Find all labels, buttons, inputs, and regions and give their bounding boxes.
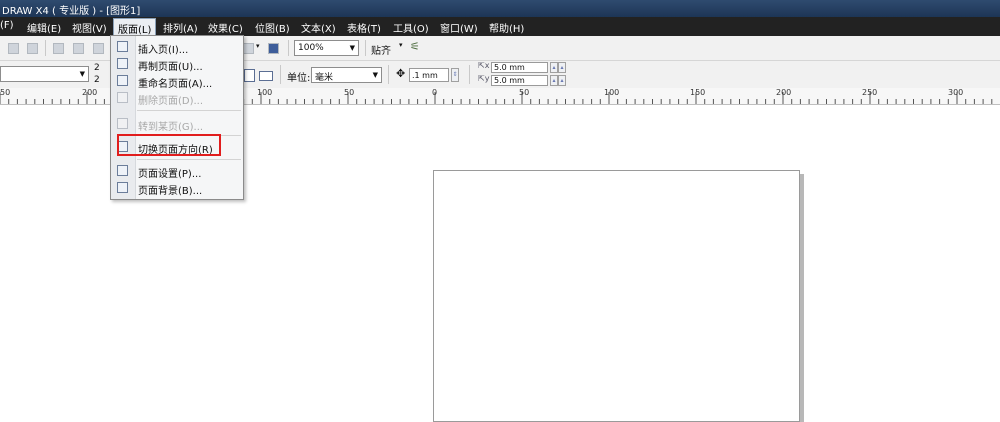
title-bar: DRAW X4 ( 专业版 ) - [图形1] [0,0,1000,17]
window-title: DRAW X4 ( 专业版 ) - [图形1] [2,6,141,17]
print-icon[interactable] [27,43,38,54]
chevron-down-icon[interactable]: ▾ [256,42,260,50]
duplicate-x-icon: ⇱x [478,61,490,70]
goto-page-icon [117,118,128,129]
paper-size-select[interactable]: ▼ [0,66,89,82]
units-label: 单位: [287,73,311,84]
delete-page-icon [117,92,128,103]
toolbar-separator [280,65,281,84]
ruler-label: 100 [604,88,620,97]
portrait-icon[interactable] [244,69,255,82]
options-icon[interactable]: ⚟ [410,40,420,53]
page-background-icon [117,182,128,193]
snap-to-button[interactable]: 贴齐 [371,42,391,57]
ruler-label: 50 [0,88,11,97]
toolbar-separator [45,40,46,56]
menu-item-rename-page[interactable]: 重命名页面(A)... [111,72,243,90]
paste-icon[interactable] [93,43,104,54]
units-value: 毫米 [315,73,334,83]
menu-item-duplicate-page[interactable]: 再制页面(U)... [111,55,243,73]
chevron-down-icon[interactable]: ▾ [399,41,403,49]
application-launcher-icon[interactable] [268,43,279,54]
duplicate-y-spin-alt[interactable]: ▴ [558,75,566,86]
toolbar-separator [365,40,366,56]
nudge-spin-buttons[interactable]: ⇕ [451,68,459,82]
nudge-icon: ✥ [396,67,406,80]
chevron-down-icon: ▼ [79,70,85,78]
menu-help[interactable]: 帮助(H) [489,20,524,35]
document-page[interactable] [433,170,800,422]
menu-item-goto-page: 转到某页(G)... [111,115,243,133]
menu-window[interactable]: 窗口(W) [440,20,478,35]
ruler-label: 200 [82,88,98,97]
menu-file[interactable]: (F) [0,20,14,31]
ruler-label: 150 [690,88,706,97]
insert-page-icon [117,41,128,52]
menu-item-label: 删除页面(D)... [138,96,204,107]
ruler-label: 0 [432,88,438,97]
zoom-value: 100% [298,43,324,53]
layout-menu: 插入页(I)... 再制页面(U)... 重命名页面(A)... 删除页面(D)… [110,35,244,200]
page-height-field[interactable]: 2 [94,75,100,85]
menu-item-label: 转到某页(G)... [138,122,204,133]
menu-effects[interactable]: 效果(C) [208,20,243,35]
export-icon[interactable] [243,43,254,54]
rename-page-icon [117,75,128,86]
chevron-down-icon: ▼ [372,71,378,79]
menu-edit[interactable]: 编辑(E) [27,20,61,35]
menu-arrange[interactable]: 排列(A) [163,20,198,35]
menu-item-label: 再制页面(U)... [138,62,203,73]
ruler-label: 50 [519,88,530,97]
toolbar-separator [288,40,289,56]
menu-item-page-background[interactable]: 页面背景(B)... [111,179,243,197]
duplicate-y-value: 5.0 mm [494,76,525,85]
menu-tools[interactable]: 工具(O) [393,20,429,35]
duplicate-x-value: 5.0 mm [494,63,525,72]
highlight-box [117,134,221,156]
landscape-icon[interactable] [259,71,273,81]
toolbar-separator [469,65,470,84]
menu-table[interactable]: 表格(T) [347,20,381,35]
menu-bar: (F) 编辑(E) 视图(V) 版面(L) 排列(A) 效果(C) 位图(B) … [0,17,1000,37]
menu-bitmaps[interactable]: 位图(B) [255,20,290,35]
units-select[interactable]: 毫米 ▼ [311,67,382,83]
menu-item-delete-page: 删除页面(D)... [111,89,243,107]
ruler-label: 100 [257,88,273,97]
zoom-level-select[interactable]: 100% ▼ [294,40,359,56]
ruler-label: 200 [776,88,792,97]
page-setup-icon [117,165,128,176]
duplicate-page-icon [117,58,128,69]
duplicate-y-spin[interactable]: ▴ [550,75,558,86]
duplicate-y-icon: ⇱y [478,74,490,83]
menu-item-label: 页面设置(P)... [138,169,202,180]
menu-separator [137,110,241,111]
toolbar-separator [388,65,389,84]
cut-icon[interactable] [53,43,64,54]
nudge-value: .1 mm [412,71,438,80]
chevron-down-icon: ▼ [349,44,355,52]
duplicate-y-input[interactable]: 5.0 mm [491,75,548,86]
page-width-field[interactable]: 2 [94,63,100,73]
save-icon[interactable] [8,43,19,54]
menu-item-label: 重命名页面(A)... [138,79,213,90]
menu-item-label: 页面背景(B)... [138,186,203,197]
duplicate-x-spin[interactable]: ▴ [550,62,558,73]
nudge-distance-input[interactable]: .1 mm [409,68,449,82]
ruler-label: 300 [948,88,964,97]
menu-item-insert-page[interactable]: 插入页(I)... [111,38,243,56]
menu-separator [137,159,241,160]
menu-item-label: 插入页(I)... [138,45,189,56]
copy-icon[interactable] [73,43,84,54]
duplicate-x-input[interactable]: 5.0 mm [491,62,548,73]
duplicate-x-spin-alt[interactable]: ▴ [558,62,566,73]
ruler-label: 250 [862,88,878,97]
menu-view[interactable]: 视图(V) [72,20,107,35]
menu-item-page-setup[interactable]: 页面设置(P)... [111,162,243,180]
ruler-label: 50 [344,88,355,97]
menu-text[interactable]: 文本(X) [301,20,336,35]
